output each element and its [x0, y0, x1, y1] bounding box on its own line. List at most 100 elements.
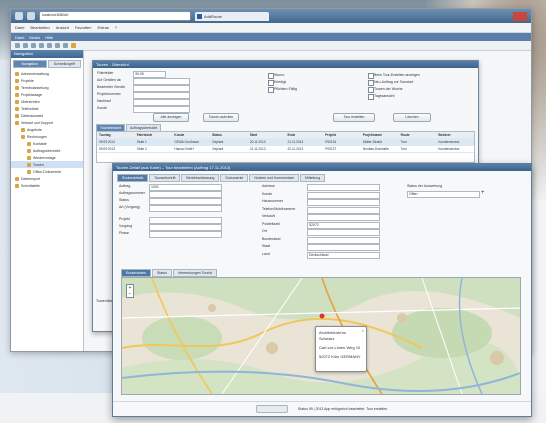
detail-tab[interactable]: Notizen und Kommentare: [249, 174, 300, 182]
form-input[interactable]: [307, 206, 380, 214]
refresh-icon[interactable]: [55, 43, 60, 48]
sidebar-item[interactable]: Datenauswahl: [11, 112, 83, 119]
sidebar-item[interactable]: Datenimport: [11, 175, 83, 182]
form-input[interactable]: [307, 214, 380, 221]
sidebar-item[interactable]: Rechnungen: [11, 133, 83, 140]
sidebar-item[interactable]: Verkauf und Support: [11, 119, 83, 126]
filter-input[interactable]: [133, 92, 190, 99]
forward-icon[interactable]: [27, 12, 35, 20]
filter-date-input[interactable]: 30.09: [133, 71, 166, 78]
detail-tab[interactable]: Touraufschrift: [149, 174, 181, 182]
filter-input[interactable]: [133, 106, 190, 113]
form-input[interactable]: 1001: [149, 184, 222, 191]
status-select[interactable]: Offen: [407, 191, 480, 198]
sidebar-item[interactable]: Kontakte: [11, 140, 83, 147]
form-input[interactable]: [149, 191, 222, 198]
form-input[interactable]: Deutschland: [307, 251, 380, 259]
detail-tab[interactable]: Mitteilung: [300, 174, 326, 182]
form-input[interactable]: [149, 231, 222, 238]
sidebar-item[interactable]: Projektwaage: [11, 91, 83, 98]
detail-tab[interactable]: Dokumente: [220, 174, 249, 182]
map-tab[interactable]: Status: [152, 269, 172, 277]
checkbox-label: Touren der Woche: [374, 87, 403, 91]
form-input[interactable]: [307, 229, 380, 236]
sidebar-item[interactable]: Auftragsübersicht: [11, 147, 83, 154]
detail-tab[interactable]: Routendetails: [117, 174, 149, 182]
column-header[interactable]: Projekt: [323, 132, 361, 138]
column-header[interactable]: Projektname: [361, 132, 399, 138]
sidebar-tab-navigation[interactable]: Navigation: [13, 60, 47, 68]
save-icon[interactable]: [31, 43, 36, 48]
close-icon[interactable]: ×: [362, 328, 364, 333]
status-label: Status der Auswertung: [407, 184, 443, 188]
settings-icon[interactable]: [63, 43, 68, 48]
sidebar-item[interactable]: Termindarstellung: [11, 84, 83, 91]
form-input[interactable]: [307, 236, 380, 244]
sidebar-item[interactable]: Telefonliste: [11, 105, 83, 112]
create-tour-button[interactable]: Tour erstellen: [333, 113, 375, 122]
map-view[interactable]: + − × Architekturbüro Schwarz Carl-vor-L…: [121, 277, 521, 395]
help-icon[interactable]: [71, 43, 76, 48]
form-input[interactable]: 52072: [307, 221, 380, 229]
menu-item[interactable]: Datei: [15, 25, 24, 30]
app-nav-item[interactable]: Modul: [29, 35, 40, 40]
form-input[interactable]: [149, 217, 222, 224]
filter-input[interactable]: [133, 78, 190, 85]
sidebar-item[interactable]: Übersichten: [11, 98, 83, 105]
back-icon[interactable]: [15, 12, 23, 20]
delete-button[interactable]: Löschen: [393, 113, 431, 122]
open-tours-button[interactable]: Touren aufrufen: [203, 113, 239, 122]
sidebar-tab-quick[interactable]: Schnellzugriff: [47, 60, 81, 68]
column-header[interactable]: Route: [399, 132, 437, 138]
address-bar[interactable]: localhost:8080/#/: [39, 11, 191, 21]
form-input[interactable]: [307, 199, 380, 206]
add-icon[interactable]: +: [481, 190, 485, 196]
new-icon[interactable]: [15, 43, 20, 48]
form-input[interactable]: [307, 184, 380, 191]
form-input[interactable]: [149, 205, 222, 212]
detail-tab[interactable]: Berichtserfassung: [181, 174, 220, 182]
table-row[interactable]: 09.09.2013 Stufe 1 GEMA Großraum Geplant 20.…: [97, 139, 474, 146]
table-cell: Tour: [400, 147, 407, 151]
form-input[interactable]: [149, 224, 222, 231]
status-button[interactable]: [255, 405, 288, 413]
zoom-out-icon[interactable]: −: [127, 291, 133, 297]
map-tab[interactable]: Vermerkungen Tourist: [172, 269, 217, 277]
table-row[interactable]: 09.09.2013 Stufe 2 Hansa GmbH Geplant 21.11.…: [97, 146, 474, 153]
search-icon[interactable]: [47, 43, 52, 48]
sidebar-item[interactable]: Schnittstelle: [11, 182, 83, 189]
app-nav-item[interactable]: Datei: [15, 35, 24, 40]
column-header[interactable]: Besitzer: [436, 132, 474, 138]
form-input[interactable]: [307, 244, 380, 251]
filter-input[interactable]: [133, 99, 190, 106]
app-nav-bar: Datei Modul Hilfe: [11, 33, 531, 41]
menu-item[interactable]: Ansicht: [56, 25, 69, 30]
map-tab[interactable]: Routendaten: [121, 269, 152, 277]
form-input[interactable]: [307, 191, 380, 199]
column-header[interactable]: Status: [210, 132, 248, 138]
open-icon[interactable]: [23, 43, 28, 48]
sidebar-item[interactable]: Wiedervorlage: [11, 154, 83, 161]
menu-item[interactable]: ?: [115, 25, 117, 30]
sidebar-item[interactable]: Office-Dokumente: [11, 168, 83, 175]
menu-item[interactable]: Extras: [98, 25, 109, 30]
show-all-button[interactable]: Alle anzeigen: [153, 113, 189, 122]
column-header[interactable]: Fahrtstufe: [135, 132, 173, 138]
column-header[interactable]: Kunde: [172, 132, 210, 138]
print-icon[interactable]: [39, 43, 44, 48]
column-header[interactable]: Ende: [286, 132, 324, 138]
app-nav-item[interactable]: Hilfe: [45, 35, 53, 40]
filter-input[interactable]: [133, 85, 190, 92]
form-input[interactable]: [149, 198, 222, 205]
sidebar-item[interactable]: Adressverwaltung: [11, 70, 83, 77]
browser-tab[interactable]: AddRoute: [195, 11, 269, 21]
menu-item[interactable]: Favoriten: [75, 25, 92, 30]
sidebar-item[interactable]: Projekte: [11, 77, 83, 84]
menu-item[interactable]: Bearbeiten: [30, 25, 49, 30]
window-close-button[interactable]: [513, 11, 527, 21]
column-header[interactable]: Tourtag: [97, 132, 135, 138]
sidebar-item[interactable]: Touren: [11, 161, 83, 168]
sidebar-item[interactable]: Angebote: [11, 126, 83, 133]
column-header[interactable]: Start: [248, 132, 286, 138]
table-cell: Hansa GmbH: [174, 147, 194, 151]
